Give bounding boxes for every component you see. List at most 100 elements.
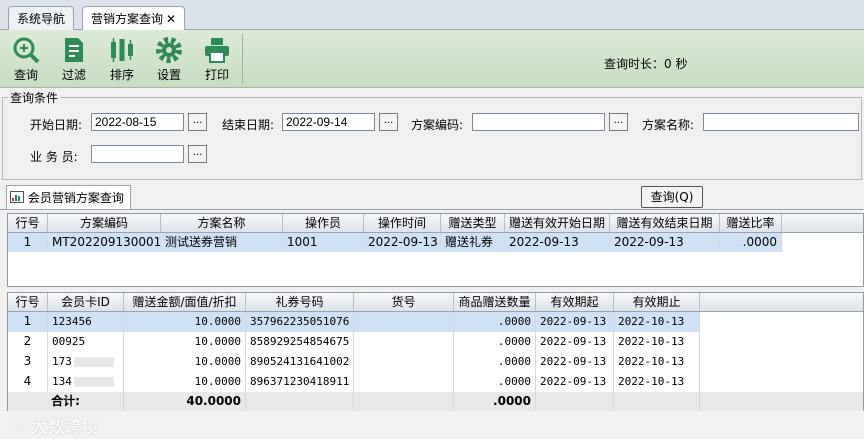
tab-member-marketing-query[interactable]: 会员营销方案查询	[6, 185, 131, 209]
table-cell: 3	[8, 352, 48, 372]
column-header[interactable]: 赠送有效开始日期	[505, 214, 610, 232]
query-duration: 查询时长：0 秒	[604, 57, 688, 71]
staff-picker-button[interactable]: ...	[188, 145, 207, 163]
table-row[interactable]: 1 123456 10.0000 357962235051076 .0000 2…	[8, 312, 863, 332]
table-cell: 1001	[283, 233, 364, 252]
column-header[interactable]: 赠送比率	[720, 214, 782, 232]
column-header[interactable]: 操作员	[283, 214, 364, 232]
table-cell: 2022-09-13	[505, 233, 610, 252]
column-header[interactable]: 礼券号码	[246, 293, 354, 311]
table-cell: 2022-10-13	[614, 372, 700, 392]
print-button[interactable]: 打印	[197, 36, 237, 83]
tab-label: 营销方案查询	[91, 12, 164, 26]
settings-button[interactable]: 设置	[149, 36, 189, 83]
coupon-grid-header: 行号 会员卡ID 赠送金额/面值/折扣 礼券号码 货号 商品赠送数量 有效期起 …	[8, 293, 863, 312]
redaction-blur	[73, 357, 114, 367]
plan-name-label: 方案名称:	[642, 118, 695, 132]
table-row[interactable]: 1 MT202209130001 测试送券营销 1001 2022-09-13 …	[8, 233, 863, 252]
table-cell	[614, 392, 700, 411]
sort-button[interactable]: 排序	[102, 36, 142, 83]
staff-label: 业 务 员:	[30, 150, 78, 164]
plan-code-label: 方案编码:	[411, 118, 464, 132]
table-cell: 1	[8, 233, 48, 252]
close-icon[interactable]: ✕	[166, 12, 176, 26]
subtab-label: 会员营销方案查询	[27, 191, 124, 205]
table-cell	[536, 392, 614, 411]
table-cell: .0000	[454, 332, 536, 352]
table-cell: .0000	[454, 372, 536, 392]
magnifier-icon	[13, 37, 40, 64]
table-cell: .0000	[454, 312, 536, 332]
column-header[interactable]: 会员卡ID	[48, 293, 124, 311]
coupon-grid: 行号 会员卡ID 赠送金额/面值/折扣 礼券号码 货号 商品赠送数量 有效期起 …	[7, 292, 864, 411]
table-cell: .0000	[454, 352, 536, 372]
sort-label: 排序	[109, 68, 134, 82]
table-cell: 173	[48, 352, 124, 372]
start-date-input[interactable]	[91, 113, 184, 131]
watermark-text: 大数跨境	[31, 417, 100, 436]
column-header[interactable]: 行号	[8, 293, 48, 311]
tab-marketing-query[interactable]: 营销方案查询 ✕	[82, 6, 186, 31]
plan-grid: 行号 方案编码 方案名称 操作员 操作时间 赠送类型 赠送有效开始日期 赠送有效…	[7, 213, 864, 287]
total-quantity: .0000	[454, 392, 536, 411]
column-header[interactable]: 赠送金额/面值/折扣	[124, 293, 246, 311]
total-row: 合计: 40.0000 .0000	[8, 392, 863, 411]
plan-name-input[interactable]	[703, 113, 859, 131]
table-cell: 890524131641002	[246, 352, 354, 372]
table-cell: 测试送券营销	[161, 233, 283, 252]
table-cell	[354, 312, 454, 332]
end-date-label: 结束日期:	[222, 118, 275, 132]
tab-system-nav[interactable]: 系统导航	[8, 6, 75, 30]
table-cell: 2022-10-13	[614, 352, 700, 372]
table-cell: 2022-09-13	[364, 233, 441, 252]
toolbar: 查询 过滤 排序 设置 打印 查询时长：0 秒	[0, 30, 864, 88]
column-header[interactable]: 操作时间	[364, 214, 441, 232]
card-id-text: 173	[52, 355, 72, 368]
column-header[interactable]: 有效期止	[614, 293, 700, 311]
report-icon	[10, 191, 24, 203]
table-cell: 123456	[48, 312, 124, 332]
run-query-button[interactable]: 查询(Q)	[641, 186, 703, 208]
table-cell: 10.0000	[124, 312, 246, 332]
tab-bar: 系统导航 营销方案查询 ✕	[0, 0, 864, 31]
total-amount: 40.0000	[124, 392, 246, 411]
table-cell: 2022-09-13	[536, 352, 614, 372]
query-conditions-title: 查询条件	[8, 89, 61, 106]
plan-code-picker-button[interactable]: ...	[609, 113, 628, 131]
subtab-divider	[0, 209, 864, 210]
plan-code-input[interactable]	[472, 113, 605, 131]
table-cell	[246, 392, 354, 411]
column-header[interactable]: 方案编码	[48, 214, 161, 232]
settings-label: 设置	[156, 68, 181, 82]
table-cell: 2022-10-13	[614, 312, 700, 332]
column-header[interactable]: 赠送类型	[441, 214, 505, 232]
table-cell: .0000	[720, 233, 782, 252]
table-row[interactable]: 3 173 10.0000 890524131641002 .0000 2022…	[8, 352, 863, 372]
column-header[interactable]: 方案名称	[161, 214, 283, 232]
column-header[interactable]: 行号	[8, 214, 48, 232]
column-header[interactable]: 商品赠送数量	[454, 293, 536, 311]
end-date-picker-button[interactable]: ...	[379, 113, 398, 131]
query-button[interactable]: 查询	[6, 36, 46, 83]
table-cell: 2	[8, 332, 48, 352]
end-date-input[interactable]	[282, 113, 375, 131]
table-cell: 4	[8, 372, 48, 392]
table-row[interactable]: 4 134 10.0000 896371230418911 .0000 2022…	[8, 372, 863, 392]
table-cell: 858929254854675	[246, 332, 354, 352]
table-row[interactable]: 2 00925 10.0000 858929254854675 .0000 20…	[8, 332, 863, 352]
card-id-text: 134	[52, 375, 72, 388]
start-date-picker-button[interactable]: ...	[188, 113, 207, 131]
watermark: ◌ 大数跨境	[10, 413, 99, 437]
filter-label: 过滤	[61, 68, 86, 82]
column-header[interactable]: 有效期起	[536, 293, 614, 311]
table-cell: 2022-10-13	[614, 332, 700, 352]
column-header[interactable]: 货号	[354, 293, 454, 311]
table-cell: 2022-09-13	[536, 332, 614, 352]
filter-doc-icon	[65, 38, 83, 62]
column-header[interactable]: 赠送有效结束日期	[610, 214, 720, 232]
staff-input[interactable]	[91, 145, 184, 163]
table-cell: 896371230418911	[246, 372, 354, 392]
redaction-blur	[73, 377, 114, 387]
filter-button[interactable]: 过滤	[54, 36, 94, 83]
table-cell	[354, 392, 454, 411]
